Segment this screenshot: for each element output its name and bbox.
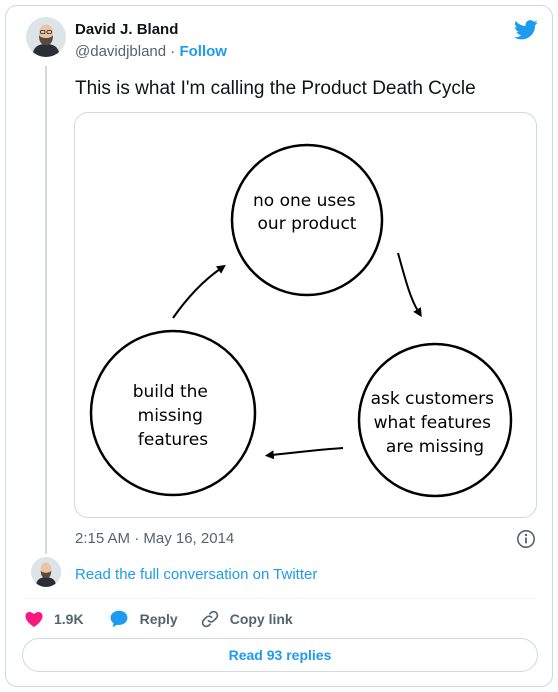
- read-replies-button[interactable]: Read 93 replies: [22, 638, 538, 672]
- author-handle-row: @davidjbland · Follow: [75, 43, 227, 60]
- link-icon: [201, 610, 218, 628]
- reply-bubble-icon: [110, 610, 128, 628]
- tweet-media-image[interactable]: no one uses our product ask customers wh…: [74, 112, 537, 518]
- reply-label: Reply: [139, 611, 178, 627]
- copy-link-button[interactable]: Copy link: [200, 609, 293, 629]
- separator-dot: ·: [170, 43, 176, 60]
- author-handle[interactable]: @davidjbland: [75, 43, 166, 60]
- read-conversation-link[interactable]: Read the full conversation on Twitter: [75, 566, 317, 583]
- circle-left-label: build the missing features: [133, 382, 214, 450]
- avatar-small-illustration: [31, 557, 61, 587]
- info-icon[interactable]: [516, 529, 536, 549]
- follow-button[interactable]: Follow: [179, 43, 227, 60]
- product-death-cycle-diagram: no one uses our product ask customers wh…: [89, 143, 513, 498]
- tweet-timestamp[interactable]: 2:15 AM · May 16, 2014: [75, 530, 234, 547]
- author-name[interactable]: David J. Bland: [75, 21, 178, 38]
- arrow-left-to-top: [172, 264, 226, 319]
- avatar-illustration: [26, 17, 66, 57]
- copy-link-label: Copy link: [229, 611, 293, 627]
- author-avatar[interactable]: [26, 17, 66, 57]
- actions-divider: [22, 598, 538, 599]
- thread-line: [45, 66, 47, 554]
- arrow-top-to-right: [397, 252, 422, 318]
- arrow-right-to-left: [264, 447, 344, 460]
- author-avatar-small[interactable]: [31, 557, 61, 587]
- circle-right-label: ask customers what features are missing: [371, 389, 500, 457]
- like-button[interactable]: 1.9K: [24, 609, 108, 629]
- twitter-bird-icon[interactable]: [514, 20, 538, 40]
- tweet-actions: 1.9K Reply Copy link: [24, 608, 293, 630]
- reply-button[interactable]: Reply: [108, 608, 200, 630]
- tweet-text: This is what I'm calling the Product Dea…: [75, 78, 476, 99]
- like-count: 1.9K: [54, 611, 84, 627]
- heart-icon: [25, 611, 43, 627]
